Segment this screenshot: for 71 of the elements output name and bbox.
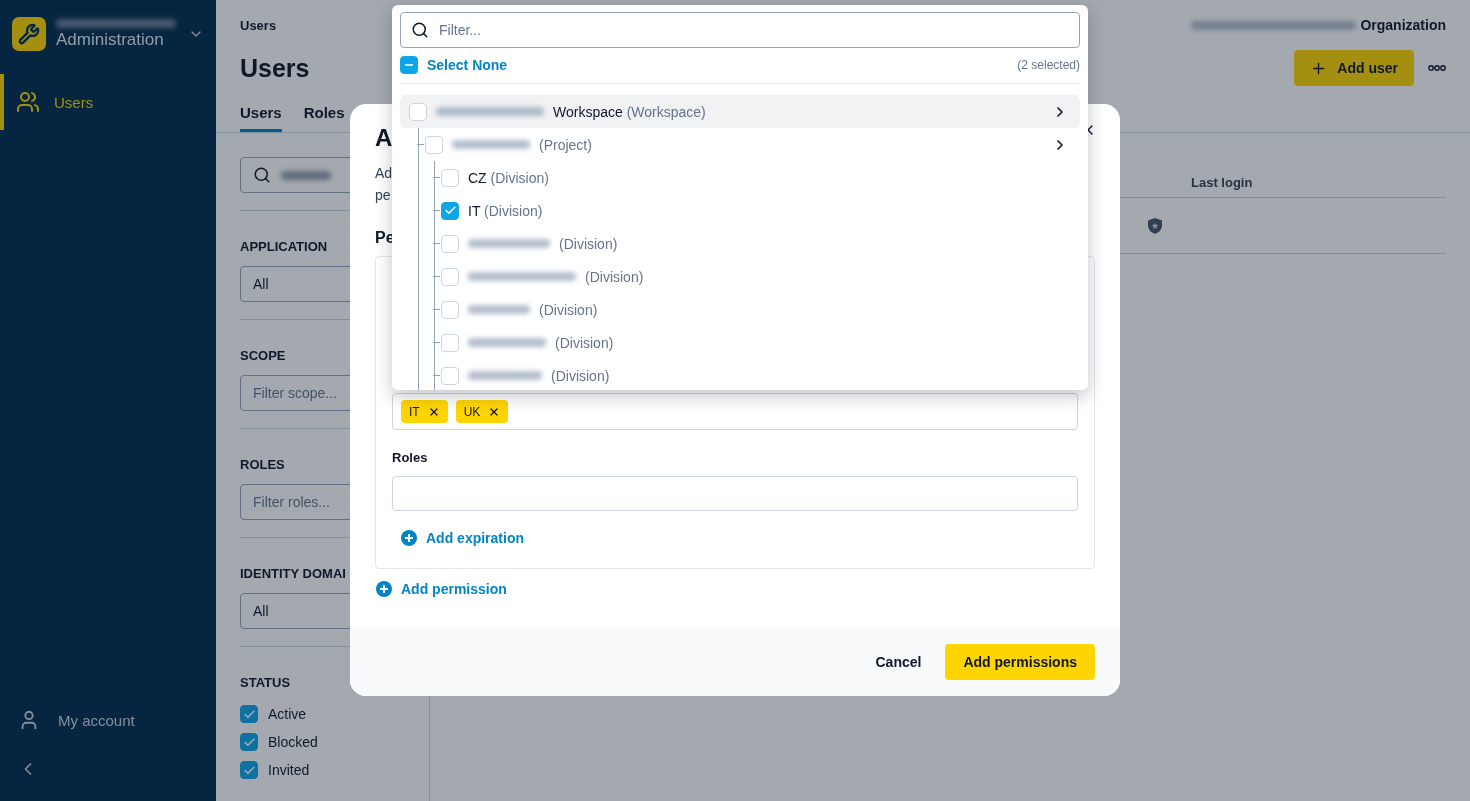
checkbox[interactable] [240, 761, 258, 779]
add-icon [376, 581, 392, 597]
scope-tag[interactable]: UK [455, 400, 509, 423]
select-none-link[interactable]: Select None [400, 55, 508, 74]
check-icon [242, 707, 256, 721]
tree-item-label: (Division) [559, 235, 618, 252]
tree-item[interactable]: (Division) [400, 326, 1080, 359]
checkbox[interactable] [441, 366, 459, 385]
checkbox-label: Active [268, 706, 307, 722]
scope-tag[interactable]: IT [401, 400, 448, 423]
check-icon [242, 763, 256, 777]
tree-item-label: (Project) [539, 136, 592, 153]
app-title: Administration [56, 29, 165, 50]
minus-checkbox-icon[interactable] [400, 55, 418, 74]
checkbox[interactable] [425, 135, 443, 154]
modal-description: Ad pe [375, 164, 393, 205]
tree-item[interactable]: (Project) [400, 128, 1080, 161]
tree-item-label: Workspace (Workspace) [553, 103, 706, 120]
wrench-logo-icon [12, 17, 46, 51]
filter-label: STATUS [240, 675, 292, 690]
checkbox-label: Invited [268, 762, 310, 778]
checkbox[interactable] [240, 705, 258, 723]
selected-count: (2 selected) [1017, 57, 1080, 72]
tab[interactable]: Roles [303, 98, 345, 132]
checkbox[interactable] [441, 168, 459, 187]
nav-item[interactable]: Users [0, 74, 216, 130]
checkbox-label: Blocked [268, 734, 318, 750]
scope-field[interactable]: IT UK [392, 393, 1078, 430]
filter-label: IDENTITY DOMAI [240, 566, 347, 581]
cancel-button[interactable]: Cancel [871, 645, 926, 678]
users-icon [16, 90, 40, 114]
column-header[interactable]: Last login [1191, 174, 1446, 190]
search-icon [253, 166, 271, 184]
tree-item-label: (Division) [539, 301, 598, 318]
add-user-button[interactable]: Add user [1294, 50, 1414, 86]
modal-title: A [375, 124, 393, 152]
more-icon[interactable] [1428, 64, 1446, 72]
checkbox[interactable] [441, 333, 459, 352]
tree-item[interactable]: IT (Division) [400, 194, 1080, 227]
tab[interactable]: Users [240, 98, 282, 132]
page-title: Users [240, 53, 310, 83]
shield-icon [1148, 217, 1162, 234]
check-icon [443, 204, 457, 217]
checkbox[interactable] [441, 201, 459, 220]
tree-item-label: (Division) [555, 334, 614, 351]
breadcrumb[interactable]: Users [240, 17, 277, 33]
organization-label: Organization [1360, 17, 1446, 33]
tree-item-label: IT (Division) [468, 202, 543, 219]
filter-label: SCOPE [240, 348, 287, 363]
checkbox[interactable] [240, 733, 258, 751]
add-permissions-button[interactable]: Add permissions [945, 643, 1095, 680]
checkbox[interactable] [441, 300, 459, 319]
check-icon [242, 735, 256, 749]
tree-item[interactable]: Workspace (Workspace) [400, 95, 1080, 128]
field-label: Roles [392, 450, 429, 465]
checkbox[interactable] [409, 102, 427, 121]
checkbox[interactable] [441, 234, 459, 253]
blurred-text [281, 170, 331, 180]
account-link[interactable]: My account [0, 695, 216, 745]
tree-item-label: CZ (Division) [468, 169, 549, 186]
tree-item-label: (Division) [585, 268, 644, 285]
add-icon [401, 530, 417, 546]
filter-label: APPLICATION [240, 239, 329, 254]
search-icon [411, 21, 429, 39]
tree-item-label: (Division) [551, 367, 610, 384]
roles-input[interactable] [392, 476, 1078, 511]
checkbox[interactable] [441, 267, 459, 286]
tree-item[interactable]: (Division) [400, 227, 1080, 260]
tree-item[interactable]: CZ (Division) [400, 161, 1080, 194]
filter-field[interactable]: Filter... [400, 12, 1080, 48]
add-expiration-link[interactable]: Add expiration [401, 530, 524, 546]
